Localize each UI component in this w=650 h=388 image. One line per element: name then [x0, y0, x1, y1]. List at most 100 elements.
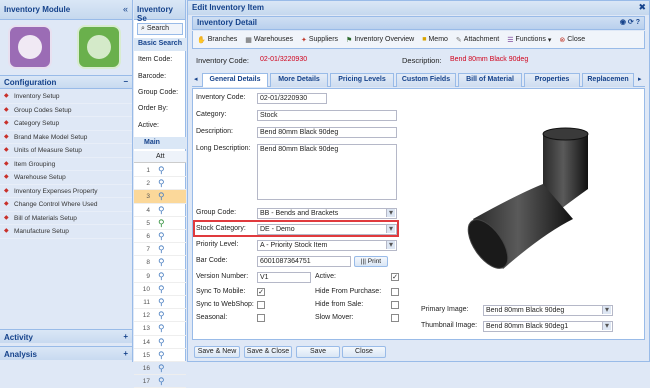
module-icon-1[interactable] — [8, 25, 52, 69]
inventory-module-icon[interactable] — [77, 25, 121, 69]
thumbnail-image-select[interactable]: Bend 80mm Black 90deg1 — [483, 321, 613, 332]
stock-category-select[interactable]: DE - Demo — [257, 224, 397, 235]
bar-code-input[interactable]: 6001087364751 — [257, 256, 351, 267]
menu-item[interactable]: Warehouse Setup — [0, 171, 132, 185]
paperclip-icon[interactable]: ⚲ — [158, 231, 165, 242]
menu-item[interactable]: Item Grouping — [0, 158, 132, 171]
inventory-code-input[interactable]: 02-01/3220930 — [257, 93, 327, 104]
configuration-header[interactable]: Configuration − — [0, 75, 132, 89]
table-row[interactable]: 1 ⚲ — [134, 164, 186, 178]
paperclip-icon[interactable]: ⚲ — [158, 218, 165, 229]
menu-item[interactable]: Group Codes Setup — [0, 104, 132, 117]
window-controls-icon[interactable]: ◉ ⟳ ? — [620, 18, 640, 26]
inventory-search-panel: Inventory Se ⌕ Search Basic Search Item … — [134, 0, 186, 388]
menu-item[interactable]: Units of Measure Setup — [0, 144, 132, 158]
menu-item[interactable]: Manufacture Setup — [0, 225, 132, 239]
table-row[interactable]: 6 ⚲ — [134, 230, 186, 244]
field-label: Item Code: — [138, 56, 173, 63]
slow-mover-checkbox[interactable] — [391, 314, 399, 322]
menu-item[interactable]: Bill of Materials Setup — [0, 212, 132, 225]
description-input[interactable]: Bend 80mm Black 90deg — [257, 127, 397, 138]
save-close-button[interactable]: Save & Close — [244, 346, 292, 358]
paperclip-icon[interactable]: ⚲ — [158, 257, 165, 268]
paperclip-icon[interactable]: ⚲ — [158, 284, 165, 295]
menu-item[interactable]: Change Control Where Used — [0, 198, 132, 212]
close-icon[interactable]: ✖ — [638, 2, 646, 13]
table-row[interactable]: 9 ⚲ — [134, 270, 186, 283]
menu-item[interactable]: Brand Make Model Setup — [0, 131, 132, 144]
paperclip-icon[interactable]: ⚲ — [158, 310, 165, 321]
table-row[interactable]: 3 ⚲ — [134, 190, 186, 204]
collapse-icon[interactable]: − — [123, 77, 128, 86]
memo-button[interactable]: ■ Memo — [422, 33, 448, 47]
table-row[interactable]: 17 ⚲ — [134, 375, 186, 388]
collapse-icon[interactable]: « — [123, 4, 128, 14]
paperclip-icon[interactable]: ⚲ — [158, 350, 165, 361]
paperclip-icon[interactable]: ⚲ — [158, 191, 165, 202]
warehouses-button[interactable]: ▦ Warehouses — [245, 33, 293, 47]
tab-scroll-left-icon[interactable]: ◂ — [194, 75, 198, 83]
group-code-select[interactable]: BB - Bends and Brackets — [257, 208, 397, 219]
menu-item[interactable]: Inventory Expenses Property — [0, 185, 132, 198]
attachment-button[interactable]: ✎ Attachment — [456, 33, 499, 47]
paperclip-icon[interactable]: ⚲ — [158, 337, 165, 348]
priority-level-select[interactable]: A - Priority Stock Item — [257, 240, 397, 251]
paperclip-icon[interactable]: ⚲ — [158, 165, 165, 176]
table-row[interactable]: 13 ⚲ — [134, 322, 186, 336]
suppliers-button[interactable]: ✦ Suppliers — [301, 33, 338, 47]
sync-mobile-checkbox[interactable]: ✓ — [257, 288, 265, 296]
save-new-button[interactable]: Save & New — [194, 346, 240, 358]
sync-web-checkbox[interactable] — [257, 301, 265, 309]
table-row[interactable]: 15 ⚲ — [134, 349, 186, 362]
expand-icon[interactable]: + — [123, 332, 128, 341]
tab-properties[interactable]: Properties — [524, 73, 580, 87]
print-barcode-button[interactable]: ||| Print — [354, 256, 388, 267]
menu-item[interactable]: Inventory Setup — [0, 90, 132, 104]
tab-general-details[interactable]: General Details — [202, 73, 268, 87]
paperclip-icon[interactable]: ⚲ — [158, 205, 165, 216]
tab-bill-of-material[interactable]: Bill of Material — [458, 73, 522, 87]
tab-custom-fields[interactable]: Custom Fields — [396, 73, 456, 87]
table-row[interactable]: 8 ⚲ — [134, 256, 186, 270]
table-row[interactable]: 14 ⚲ — [134, 336, 186, 349]
branches-button[interactable]: ✋ Branches — [197, 33, 237, 47]
paperclip-icon[interactable]: ⚲ — [158, 363, 165, 374]
menu-item[interactable]: Category Setup — [0, 117, 132, 131]
inventory-overview-button[interactable]: ⚑ Inventory Overview — [346, 33, 414, 47]
tab-replacement[interactable]: Replacemen — [582, 73, 634, 87]
table-row[interactable]: 2 ⚲ — [134, 177, 186, 191]
paperclip-icon[interactable]: ⚲ — [158, 271, 165, 282]
paperclip-icon[interactable]: ⚲ — [158, 244, 165, 255]
long-description-textarea[interactable]: Bend 80mm Black 90deg — [257, 144, 397, 200]
paperclip-icon[interactable]: ⚲ — [158, 297, 165, 308]
activity-header[interactable]: Activity + — [0, 329, 132, 343]
tab-more-details[interactable]: More Details — [270, 73, 328, 87]
paperclip-icon[interactable]: ⚲ — [158, 376, 165, 387]
hide-purchase-checkbox[interactable] — [391, 288, 399, 296]
row-number: 9 — [146, 272, 150, 280]
tab-scroll-right-icon[interactable]: ▸ — [636, 73, 644, 86]
table-row[interactable]: 5 ⚲ — [134, 217, 186, 230]
table-row[interactable]: 16 ⚲ — [134, 362, 186, 376]
active-checkbox[interactable]: ✓ — [391, 273, 399, 281]
paperclip-icon[interactable]: ⚲ — [158, 323, 165, 334]
seasonal-checkbox[interactable] — [257, 314, 265, 322]
primary-image-select[interactable]: Bend 80mm Black 90deg — [483, 305, 613, 316]
expand-icon[interactable]: + — [123, 349, 128, 358]
table-row[interactable]: 12 ⚲ — [134, 309, 186, 323]
table-row[interactable]: 11 ⚲ — [134, 296, 186, 310]
table-row[interactable]: 10 ⚲ — [134, 283, 186, 296]
functions-button[interactable]: ☰ Functions ▾ — [507, 33, 551, 47]
close-button[interactable]: ⊗ Close — [559, 33, 585, 47]
table-row[interactable]: 4 ⚲ — [134, 204, 186, 217]
save-button[interactable]: Save — [296, 346, 340, 358]
close-button[interactable]: Close — [342, 346, 386, 358]
paperclip-icon[interactable]: ⚲ — [158, 178, 165, 189]
table-row[interactable]: 7 ⚲ — [134, 243, 186, 257]
category-input[interactable]: Stock — [257, 110, 397, 121]
version-number-input[interactable]: V1 — [257, 272, 311, 283]
hide-sale-checkbox[interactable] — [391, 301, 399, 309]
analysis-header[interactable]: Analysis + — [0, 346, 132, 360]
tab-pricing-levels[interactable]: Pricing Levels — [330, 73, 394, 87]
search-button[interactable]: ⌕ Search — [137, 23, 183, 35]
